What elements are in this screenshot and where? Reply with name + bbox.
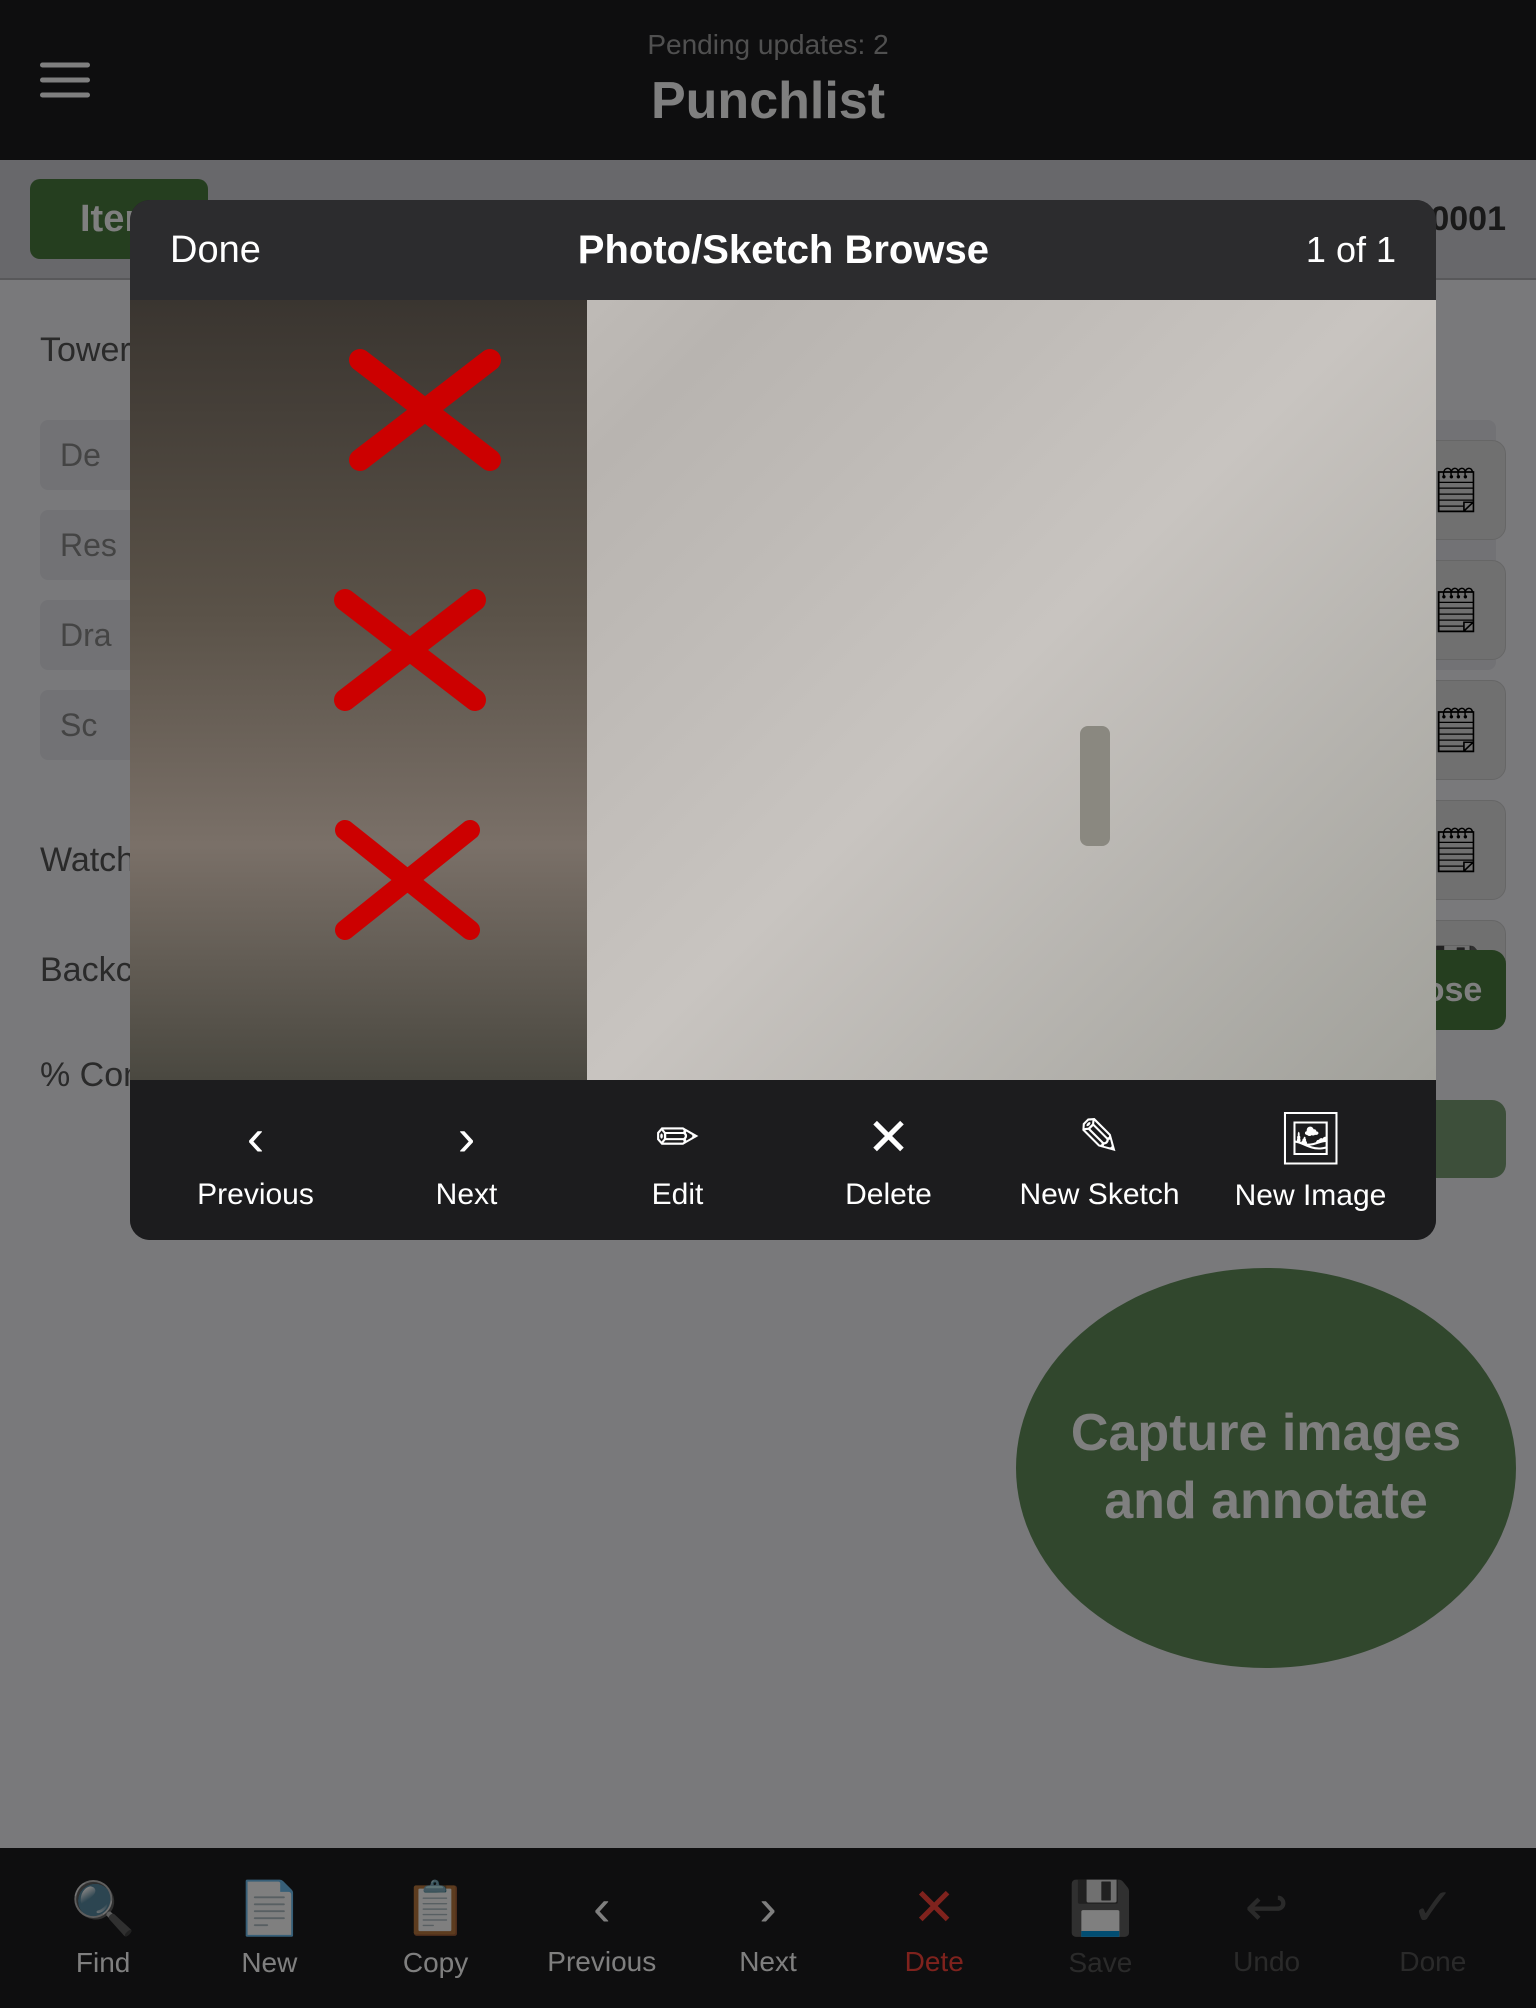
next-icon: › (458, 1108, 475, 1168)
previous-button[interactable]: ‹ Previous (150, 1108, 361, 1212)
modal-toolbar: ‹ Previous › Next ✏ Edit ✕ Delete ✎ New … (130, 1080, 1436, 1240)
next-label: Next (436, 1178, 498, 1212)
modal-done-button[interactable]: Done (170, 229, 261, 272)
modal-title: Photo/Sketch Browse (578, 228, 989, 273)
previous-label: Previous (197, 1178, 314, 1212)
new-image-icon: 🖼 (1277, 1108, 1343, 1169)
modal-header: Done Photo/Sketch Browse 1 of 1 (130, 200, 1436, 300)
delete-button[interactable]: ✕ Delete (783, 1108, 994, 1212)
door-handle (1080, 726, 1110, 846)
next-button[interactable]: › Next (361, 1108, 572, 1212)
edit-label: Edit (652, 1178, 704, 1212)
new-sketch-icon: ✎ (1078, 1108, 1122, 1168)
annotations-svg (130, 300, 1436, 1080)
modal-counter: 1 of 1 (1306, 229, 1396, 271)
new-image-button[interactable]: 🖼 New Image (1205, 1108, 1416, 1213)
edit-icon: ✏ (656, 1108, 700, 1168)
delete-icon: ✕ (867, 1108, 911, 1168)
photo-background (130, 300, 1436, 1080)
modal-image-area (130, 300, 1436, 1080)
previous-icon: ‹ (247, 1108, 264, 1168)
delete-label: Delete (845, 1178, 932, 1212)
new-sketch-button[interactable]: ✎ New Sketch (994, 1108, 1205, 1212)
photo-sketch-modal: Done Photo/Sketch Browse 1 of 1 ‹ (130, 200, 1436, 1240)
new-sketch-label: New Sketch (1019, 1178, 1179, 1212)
new-image-label: New Image (1235, 1179, 1387, 1213)
edit-button[interactable]: ✏ Edit (572, 1108, 783, 1212)
